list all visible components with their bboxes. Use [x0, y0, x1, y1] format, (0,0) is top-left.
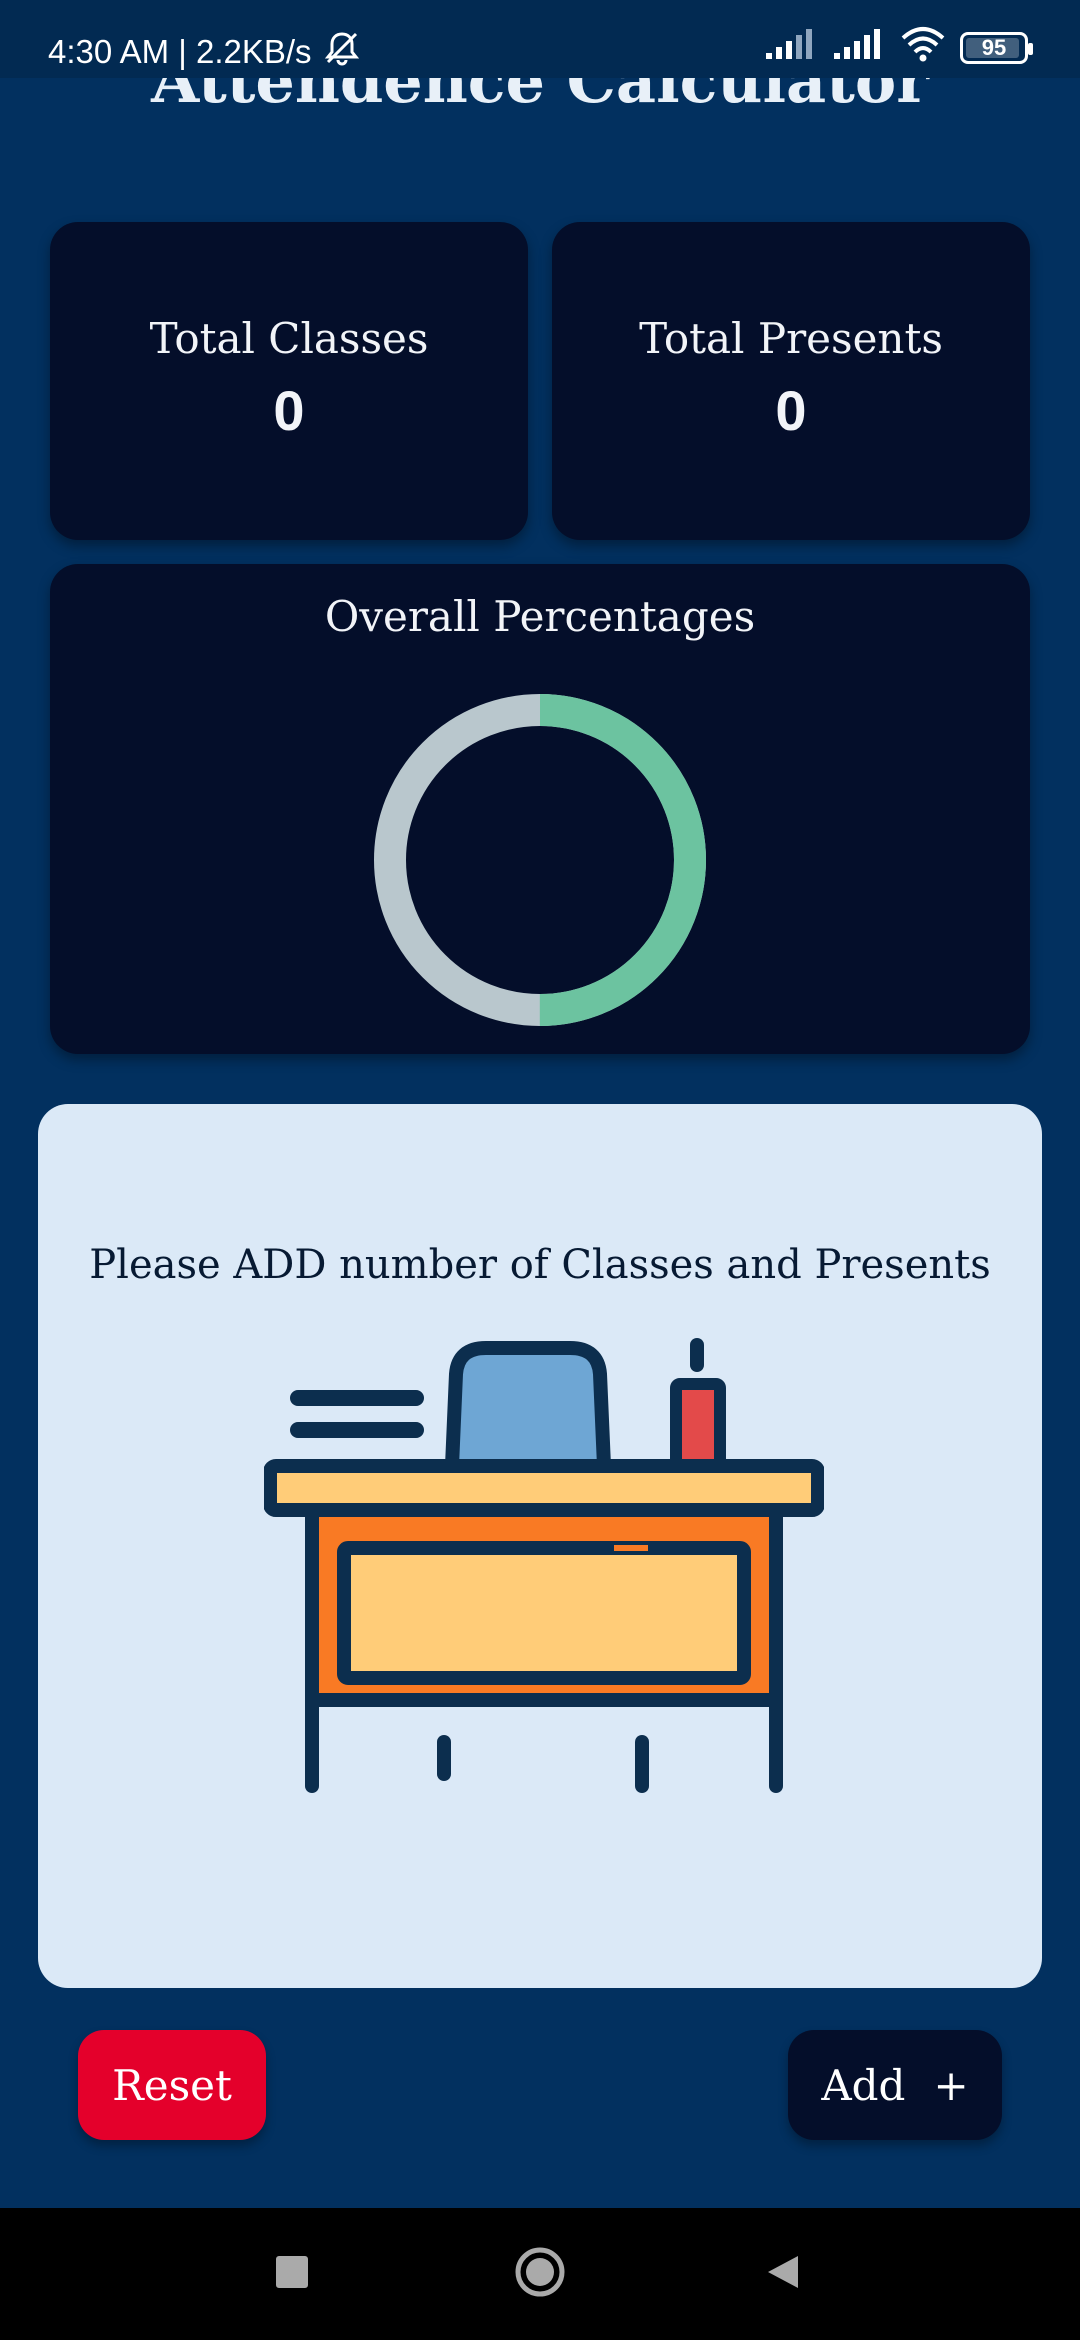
status-bar: 4:30 AM | 2.2KB/s 95 [0, 0, 1080, 78]
total-classes-label: Total Classes [149, 314, 429, 363]
reset-button[interactable]: Reset [78, 2030, 266, 2140]
home-circle-icon [513, 2245, 567, 2303]
status-time-speed: 4:30 AM | 2.2KB/s [48, 33, 312, 70]
overall-percentage-title: Overall Percentages [324, 592, 756, 641]
system-navigation-bar [0, 2208, 1080, 2340]
status-left: 4:30 AM | 2.2KB/s [48, 28, 362, 76]
square-icon [274, 2254, 310, 2294]
home-button[interactable] [480, 2208, 600, 2340]
empty-state-card: Please ADD number of Classes and Present… [38, 1104, 1042, 1988]
recents-button[interactable] [232, 2208, 352, 2340]
app-screen: 4:30 AM | 2.2KB/s 95 Attendence Calculat… [0, 0, 1080, 2340]
wifi-icon [900, 26, 946, 70]
total-presents-label: Total Presents [639, 314, 943, 363]
total-presents-card: Total Presents 0 [552, 222, 1030, 540]
plus-icon: + [933, 2060, 969, 2110]
overall-percentage-card: Overall Percentages [50, 564, 1030, 1054]
total-presents-value: 0 [775, 379, 807, 442]
status-right: 95 [764, 26, 1033, 70]
signal-icon [764, 27, 818, 69]
total-classes-value: 0 [273, 379, 305, 442]
add-button[interactable]: Add + [788, 2030, 1002, 2140]
empty-state-message: Please ADD number of Classes and Present… [89, 1242, 991, 1288]
add-button-label: Add [821, 2060, 906, 2110]
desk-illustration-icon [264, 1338, 824, 1793]
back-triangle-icon [764, 2252, 804, 2296]
signal-icon-2 [832, 27, 886, 69]
total-classes-card: Total Classes 0 [50, 222, 528, 540]
back-button[interactable] [724, 2208, 844, 2340]
battery-icon: 95 [960, 32, 1033, 64]
battery-percent: 95 [981, 35, 1007, 60]
attendance-donut-chart [374, 694, 706, 1026]
reset-button-label: Reset [112, 2060, 232, 2110]
mute-bell-icon [322, 28, 362, 76]
